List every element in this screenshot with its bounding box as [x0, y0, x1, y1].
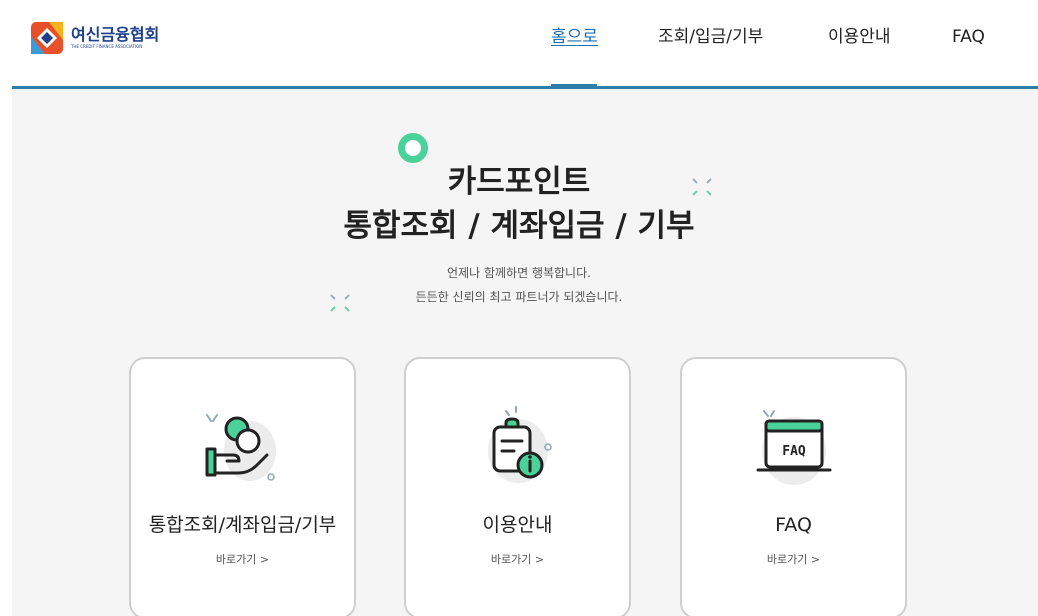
card-faq[interactable]: FAQ FAQ 바로가기 > [680, 357, 907, 616]
logo-name-ko: 여신금융협회 [71, 25, 160, 44]
logo[interactable]: 여신금융협회 THE CREDIT FINANCE ASSOCIATION [31, 21, 159, 55]
card-guide[interactable]: 이용안내 바로가기 > [404, 357, 631, 616]
card-title: 통합조회/계좌입금/기부 [148, 514, 337, 536]
nav-lookup-deposit-donate[interactable]: 조회/입금/기부 [658, 26, 763, 48]
logo-text: 여신금융협회 THE CREDIT FINANCE ASSOCIATION [71, 26, 159, 50]
card-shortcut-link[interactable]: 바로가기 > [131, 552, 354, 568]
hero-subtitle-line1: 언제나 함께하면 행복합니다. [447, 266, 591, 280]
logo-name-en: THE CREDIT FINANCE ASSOCIATION [71, 44, 143, 49]
hero-title-line1: 카드포인트 [447, 164, 591, 200]
nav-guide[interactable]: 이용안내 [828, 26, 891, 48]
hero-subtitle-line2: 든든한 신뢰의 최고 파트너가 되겠습니다. [415, 290, 623, 304]
nav-faq[interactable]: FAQ [952, 26, 985, 48]
hero-title-line2: 통합조회 / 계좌입금 / 기부 [343, 208, 695, 244]
card-lookup-deposit-donate[interactable]: 통합조회/계좌입금/기부 바로가기 > [129, 357, 356, 616]
faq-monitor-icon: FAQ [756, 410, 831, 485]
logo-mark-icon [31, 22, 63, 54]
hand-coin-icon [205, 414, 276, 481]
svg-text:FAQ: FAQ [782, 444, 806, 459]
card-title: 이용안내 [482, 514, 553, 536]
card-shortcut-link[interactable]: 바로가기 > [406, 552, 629, 568]
nav-home[interactable]: 홈으로 [551, 26, 598, 48]
card-shortcut-link[interactable]: 바로가기 > [682, 552, 905, 568]
clipboard-info-icon [487, 406, 552, 483]
site-header: 여신금융협회 THE CREDIT FINANCE ASSOCIATION 홈으… [0, 0, 1038, 90]
card-title: FAQ [775, 514, 812, 536]
decorative-ring-icon [398, 133, 428, 163]
